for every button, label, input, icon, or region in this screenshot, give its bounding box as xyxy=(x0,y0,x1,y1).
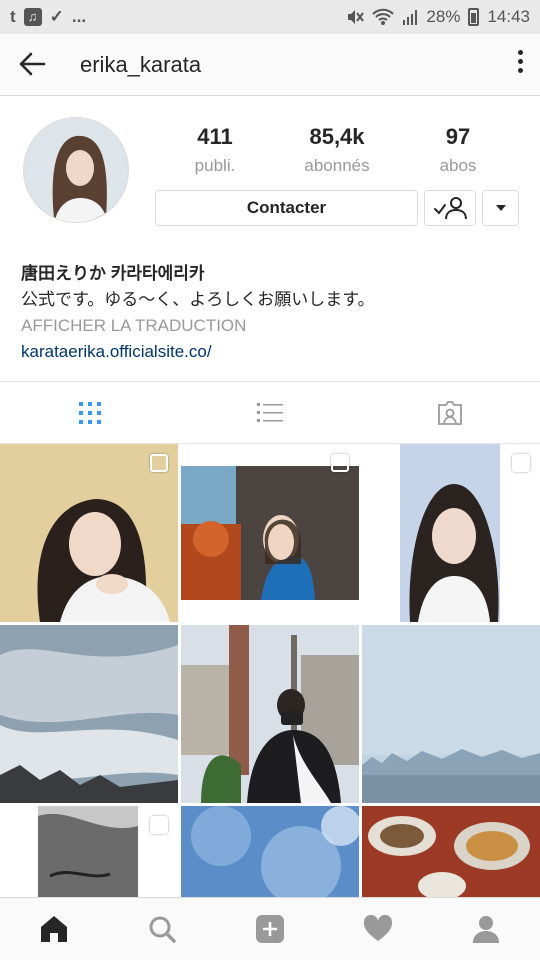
nav-profile[interactable] xyxy=(432,898,540,960)
multiple-photos-icon xyxy=(331,454,349,472)
wifi-icon xyxy=(372,8,395,25)
page-title: erika_karata xyxy=(80,52,202,77)
profile-icon xyxy=(473,916,499,943)
caret-down-icon xyxy=(495,205,506,211)
clock: 14:43 xyxy=(487,7,530,26)
battery-percent: 28% xyxy=(426,7,461,26)
nav-add[interactable] xyxy=(216,898,324,960)
bottom-navigation xyxy=(0,897,540,960)
bio-text: 公式です。ゆる〜く、よろしくお願いします。 xyxy=(21,290,375,309)
multiple-photos-icon xyxy=(150,816,168,834)
music-icon: ♫ xyxy=(23,8,42,26)
following-check-person-icon xyxy=(434,197,467,220)
list-icon xyxy=(257,402,283,422)
more-notifications-icon: ... xyxy=(71,7,87,26)
photo-image xyxy=(0,625,178,803)
full-name: 唐田えりか 카라타에리카 xyxy=(21,264,205,283)
signal-icon xyxy=(403,10,418,25)
stat-posts[interactable]: 411 publi. xyxy=(155,124,275,176)
check-icon: ✓ xyxy=(49,7,64,26)
tagged-icon xyxy=(438,400,462,425)
photo-image xyxy=(362,625,540,803)
post-thumbnail[interactable] xyxy=(181,444,359,622)
mute-icon xyxy=(348,10,365,24)
website-link[interactable]: karataerika.officialsite.co/ xyxy=(21,339,521,365)
search-icon xyxy=(149,916,176,943)
stat-followers-label: abonnés xyxy=(304,156,370,175)
tumblr-icon: t xyxy=(10,7,16,26)
stat-following-value: 97 xyxy=(445,124,471,149)
add-icon xyxy=(256,915,284,943)
nav-home[interactable] xyxy=(0,898,108,960)
tab-list[interactable] xyxy=(180,382,360,443)
nav-activity[interactable] xyxy=(324,898,432,960)
multiple-photos-icon xyxy=(150,454,168,472)
photo-image xyxy=(362,806,540,897)
avatar-photo xyxy=(24,118,128,222)
following-button[interactable] xyxy=(424,190,476,226)
stat-following[interactable]: 97 abos xyxy=(398,124,518,176)
tab-tagged[interactable] xyxy=(360,382,540,443)
nav-search[interactable] xyxy=(108,898,216,960)
status-bar: t ♫ ✓ ... 28% 14:43 xyxy=(0,0,540,34)
suggestions-dropdown-button[interactable] xyxy=(482,190,519,226)
post-thumbnail[interactable] xyxy=(0,625,178,803)
photo-image xyxy=(181,806,359,897)
battery-icon xyxy=(468,8,480,26)
contact-button[interactable]: Contacter xyxy=(155,190,418,226)
stat-posts-value: 411 xyxy=(197,124,233,149)
profile-bio: 唐田えりか 카라타에리카 公式です。ゆる〜く、よろしくお願いします。 AFFIC… xyxy=(21,261,521,365)
post-thumbnail[interactable] xyxy=(362,806,540,897)
more-options-icon[interactable] xyxy=(516,50,524,78)
tab-grid[interactable] xyxy=(0,382,180,443)
stat-posts-label: publi. xyxy=(194,156,236,175)
status-left-icons: t ♫ ✓ ... xyxy=(10,7,86,27)
multiple-photos-icon xyxy=(512,454,530,472)
post-thumbnail[interactable] xyxy=(362,444,540,622)
stat-following-label: abos xyxy=(439,156,477,175)
stat-followers[interactable]: 85,4k abonnés xyxy=(277,124,397,176)
profile-view-tabs xyxy=(0,381,540,444)
post-thumbnail[interactable] xyxy=(181,806,359,897)
post-thumbnail[interactable] xyxy=(0,444,178,622)
post-thumbnail[interactable] xyxy=(0,806,178,897)
avatar xyxy=(23,117,129,223)
heart-icon xyxy=(363,915,393,941)
post-thumbnail[interactable] xyxy=(362,625,540,803)
back-arrow-icon[interactable] xyxy=(18,50,46,78)
post-thumbnail[interactable] xyxy=(181,625,359,803)
home-icon xyxy=(41,916,67,942)
stat-followers-value: 85,4k xyxy=(309,124,365,149)
profile-header: erika_karata xyxy=(0,34,540,96)
see-translation-link[interactable]: AFFICHER LA TRADUCTION xyxy=(21,313,521,339)
grid-icon xyxy=(79,401,101,424)
status-right: 28% 14:43 xyxy=(346,7,530,27)
photo-image xyxy=(181,625,359,803)
